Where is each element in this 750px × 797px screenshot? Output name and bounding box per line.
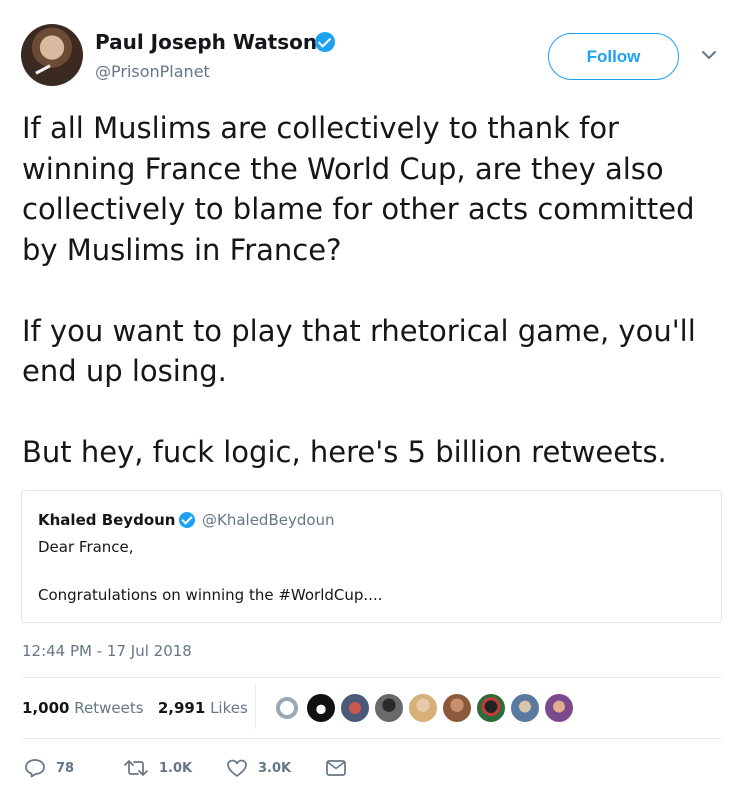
liker-avatar[interactable] (271, 692, 303, 724)
heart-icon (227, 759, 247, 777)
liker-avatar[interactable] (373, 692, 405, 724)
reply-action[interactable]: 78 (24, 758, 74, 778)
tweet-timestamp[interactable]: 12:44 PM - 17 Jul 2018 (22, 642, 192, 660)
liker-avatar[interactable] (475, 692, 507, 724)
quoted-tweet[interactable]: Khaled Beydoun @KhaledBeydoun Dear Franc… (21, 490, 722, 623)
follow-button[interactable]: Follow (548, 33, 679, 80)
divider (22, 677, 722, 678)
liker-avatar[interactable] (509, 692, 541, 724)
direct-message-action[interactable] (325, 758, 357, 778)
liker-avatar[interactable] (441, 692, 473, 724)
likes-count[interactable]: 2,991 (158, 699, 205, 717)
liker-avatar[interactable] (339, 692, 371, 724)
liker-avatar[interactable] (543, 692, 575, 724)
reply-count: 78 (56, 760, 75, 776)
stats-separator (255, 683, 256, 729)
retweets-label[interactable]: Retweets (74, 699, 143, 717)
likes-label[interactable]: Likes (210, 699, 248, 717)
quoted-text-line: Congratulations on winning the #WorldCup… (38, 586, 383, 604)
quoted-text-line: Dear France, (38, 538, 134, 556)
engagement-stats: 1,000 Retweets 2,991 Likes (22, 699, 248, 717)
verified-badge-icon (315, 32, 335, 52)
author-name[interactable]: Paul Joseph Watson (95, 30, 317, 54)
liker-avatar[interactable] (407, 692, 439, 724)
retweets-count[interactable]: 1,000 (22, 699, 69, 717)
retweet-count: 1.0K (159, 760, 193, 776)
liker-avatar[interactable] (305, 692, 337, 724)
like-count: 3.0K (258, 760, 292, 776)
quoted-author-name: Khaled Beydoun (38, 511, 176, 529)
like-action[interactable]: 3.0K (226, 758, 291, 778)
author-avatar[interactable] (21, 24, 83, 86)
tweet-text: If all Muslims are collectively to thank… (22, 111, 696, 469)
reply-icon (25, 759, 45, 778)
author-handle[interactable]: @PrisonPlanet (95, 62, 210, 81)
retweet-action[interactable]: 1.0K (123, 758, 192, 778)
divider (22, 738, 722, 739)
quoted-author-handle: @KhaledBeydoun (202, 511, 335, 529)
quoted-verified-badge-icon (179, 512, 195, 528)
direct-message-icon (326, 760, 346, 776)
retweet-icon (124, 760, 148, 776)
chevron-down-icon[interactable] (701, 47, 717, 63)
